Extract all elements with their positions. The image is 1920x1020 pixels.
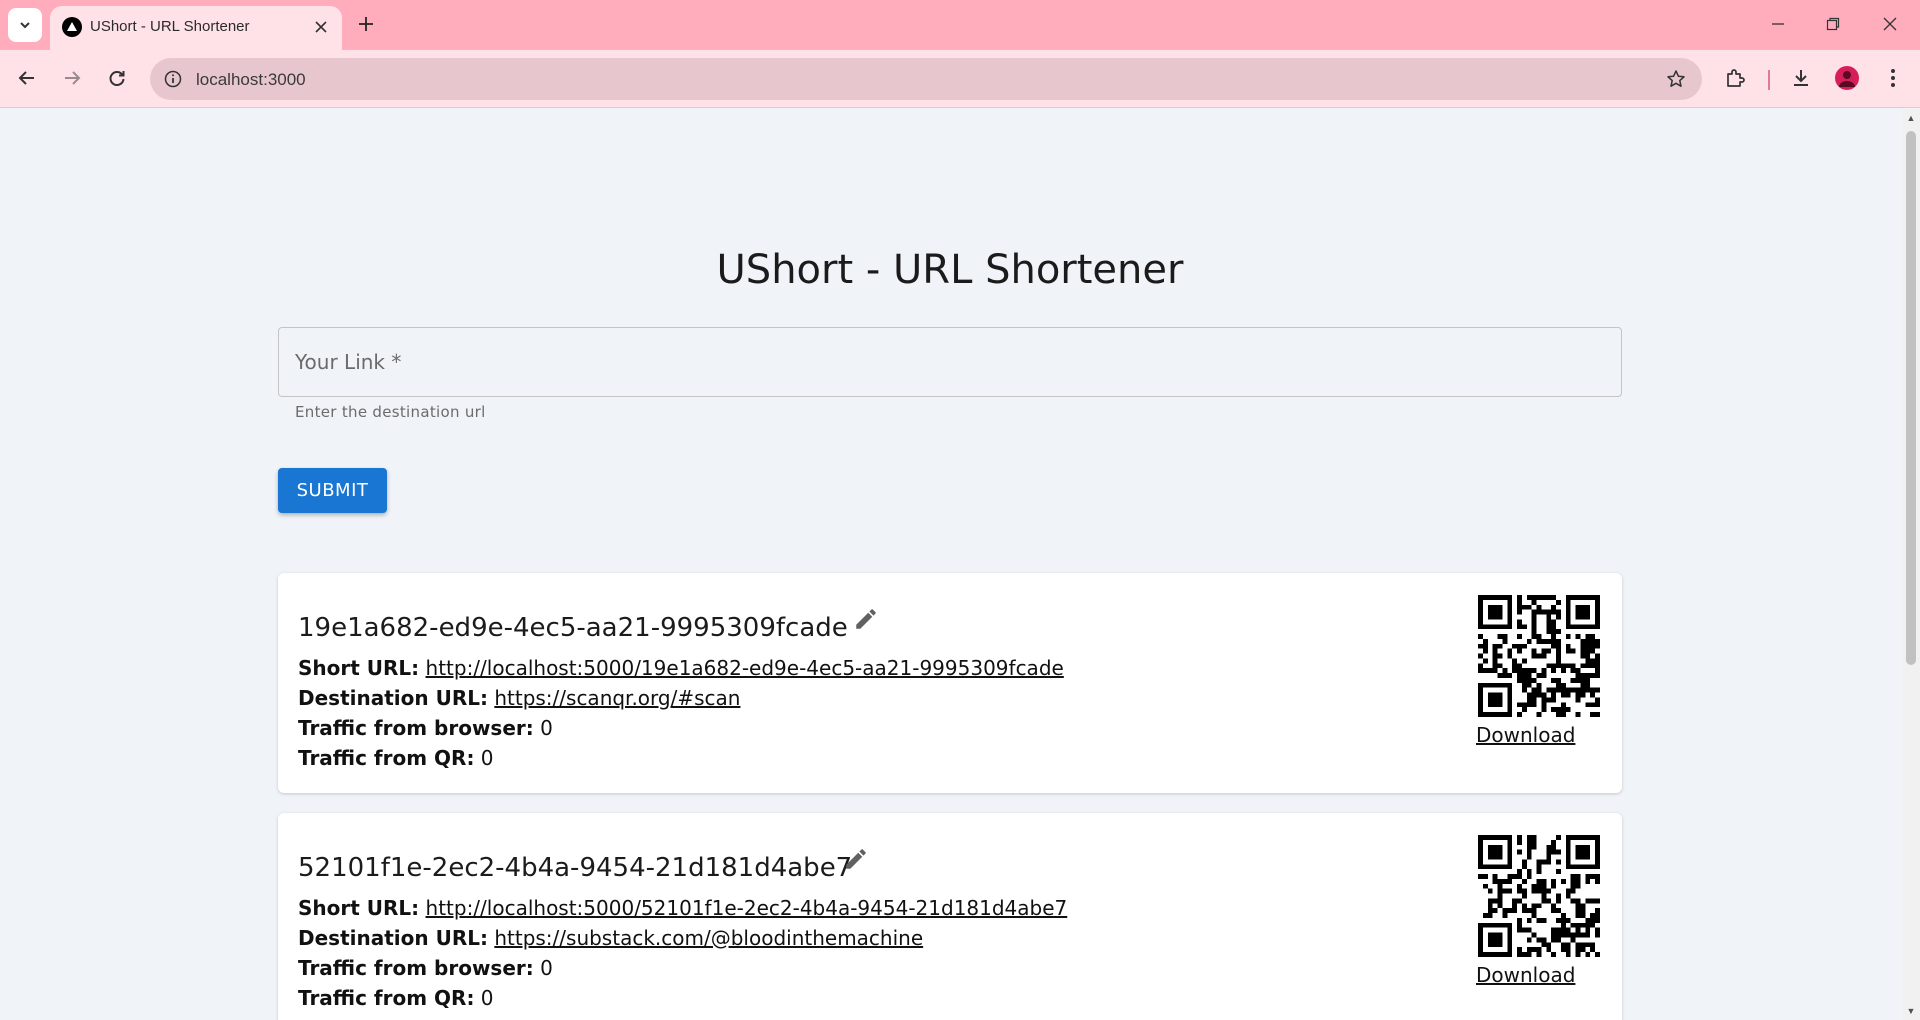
link-card: 52101f1e-2ec2-4b4a-9454-21d181d4abe7 Sho… <box>278 813 1622 1020</box>
traffic-browser-row: Traffic from browser: 0 <box>298 716 553 740</box>
browser-toolbar: localhost:3000 <box>0 50 1920 108</box>
minimize-icon <box>1772 23 1784 25</box>
scrollbar-thumb[interactable] <box>1906 131 1916 665</box>
destination-url-link[interactable]: https://substack.com/@bloodinthemachine <box>494 926 923 950</box>
downloads-button[interactable] <box>1784 61 1818 95</box>
link-card: 19e1a682-ed9e-4ec5-aa21-9995309fcade Sho… <box>278 573 1622 793</box>
short-url-link[interactable]: http://localhost:5000/19e1a682-ed9e-4ec5… <box>426 656 1064 680</box>
page-viewport: UShort - URL Shortener Your Link * Enter… <box>0 109 1902 1020</box>
toolbar-divider <box>1768 70 1770 90</box>
minimize-button[interactable] <box>1756 6 1800 42</box>
edit-button[interactable] <box>840 843 872 875</box>
tab-title: UShort - URL Shortener <box>90 18 250 35</box>
tab-search-button[interactable] <box>8 8 42 42</box>
short-url-label: Short URL: <box>298 656 420 680</box>
arrow-right-icon <box>65 71 81 85</box>
traffic-qr-row: Traffic from QR: 0 <box>298 746 494 770</box>
page-title: UShort - URL Shortener <box>716 247 1184 293</box>
restore-button[interactable] <box>1811 6 1855 42</box>
download-icon <box>1794 70 1808 86</box>
traffic-qr-label: Traffic from QR: <box>298 746 475 770</box>
qr-code-image <box>1478 595 1600 717</box>
traffic-qr-label: Traffic from QR: <box>298 986 475 1010</box>
scroll-down-arrow-icon[interactable]: ▼ <box>1906 1006 1916 1016</box>
browser-tab[interactable]: UShort - URL Shortener <box>50 6 342 50</box>
traffic-qr-row: Traffic from QR: 0 <box>298 986 494 1010</box>
short-url-row: Short URL: http://localhost:5000/52101f1… <box>298 896 1067 920</box>
restore-icon <box>1826 17 1840 31</box>
download-qr-link[interactable]: Download <box>1476 963 1575 987</box>
link-input-field[interactable]: Your Link * <box>278 327 1622 397</box>
pencil-icon <box>846 849 866 869</box>
short-url-row: Short URL: http://localhost:5000/19e1a68… <box>298 656 1064 680</box>
plus-icon <box>359 17 373 31</box>
bookmark-star-icon[interactable] <box>1664 67 1688 91</box>
page-scrollbar[interactable]: ▲ ▼ <box>1902 109 1920 1020</box>
traffic-browser-label: Traffic from browser: <box>298 716 534 740</box>
extensions-button[interactable] <box>1718 61 1752 95</box>
link-input[interactable] <box>279 328 1621 396</box>
traffic-qr-value: 0 <box>480 986 494 1010</box>
destination-url-label: Destination URL: <box>298 686 488 710</box>
reload-button[interactable] <box>100 61 134 95</box>
close-icon <box>1883 17 1897 31</box>
forward-button[interactable] <box>55 61 89 95</box>
download-qr-link[interactable]: Download <box>1476 723 1575 747</box>
address-text: localhost:3000 <box>196 70 306 89</box>
destination-url-row: Destination URL: https://substack.com/@b… <box>298 926 923 950</box>
app-favicon-icon <box>62 17 82 37</box>
new-tab-button[interactable] <box>352 10 380 38</box>
more-vert-icon <box>1891 69 1895 87</box>
traffic-browser-value: 0 <box>540 956 553 980</box>
site-info-icon[interactable] <box>162 68 184 90</box>
short-url-label: Short URL: <box>298 896 420 920</box>
browser-tab-bar: UShort - URL Shortener <box>0 0 1920 50</box>
short-url-link[interactable]: http://localhost:5000/52101f1e-2ec2-4b4a… <box>426 896 1068 920</box>
destination-url-label: Destination URL: <box>298 926 488 950</box>
destination-url-link[interactable]: https://scanqr.org/#scan <box>494 686 740 710</box>
back-button[interactable] <box>10 61 44 95</box>
link-input-helper: Enter the destination url <box>295 403 486 421</box>
traffic-qr-value: 0 <box>480 746 494 770</box>
tab-close-button[interactable] <box>310 16 332 38</box>
link-id: 52101f1e-2ec2-4b4a-9454-21d181d4abe7 <box>298 853 853 883</box>
chevron-down-icon <box>20 22 30 29</box>
arrow-left-icon <box>18 71 34 85</box>
qr-code-image <box>1478 835 1600 957</box>
avatar <box>1835 66 1859 90</box>
close-icon <box>315 21 327 33</box>
destination-url-row: Destination URL: https://scanqr.org/#sca… <box>298 686 740 710</box>
traffic-browser-row: Traffic from browser: 0 <box>298 956 553 980</box>
close-window-button[interactable] <box>1868 6 1912 42</box>
reload-icon <box>109 71 125 86</box>
pencil-icon <box>856 609 876 629</box>
scroll-up-arrow-icon[interactable]: ▲ <box>1906 113 1916 123</box>
edit-button[interactable] <box>850 603 882 635</box>
address-bar[interactable]: localhost:3000 <box>150 58 1702 100</box>
traffic-browser-value: 0 <box>540 716 553 740</box>
profile-button[interactable] <box>1830 61 1864 95</box>
browser-menu-button[interactable] <box>1876 61 1910 95</box>
puzzle-icon <box>1727 69 1745 87</box>
link-id: 19e1a682-ed9e-4ec5-aa21-9995309fcade <box>298 613 848 643</box>
traffic-browser-label: Traffic from browser: <box>298 956 534 980</box>
submit-button[interactable]: SUBMIT <box>278 468 387 513</box>
